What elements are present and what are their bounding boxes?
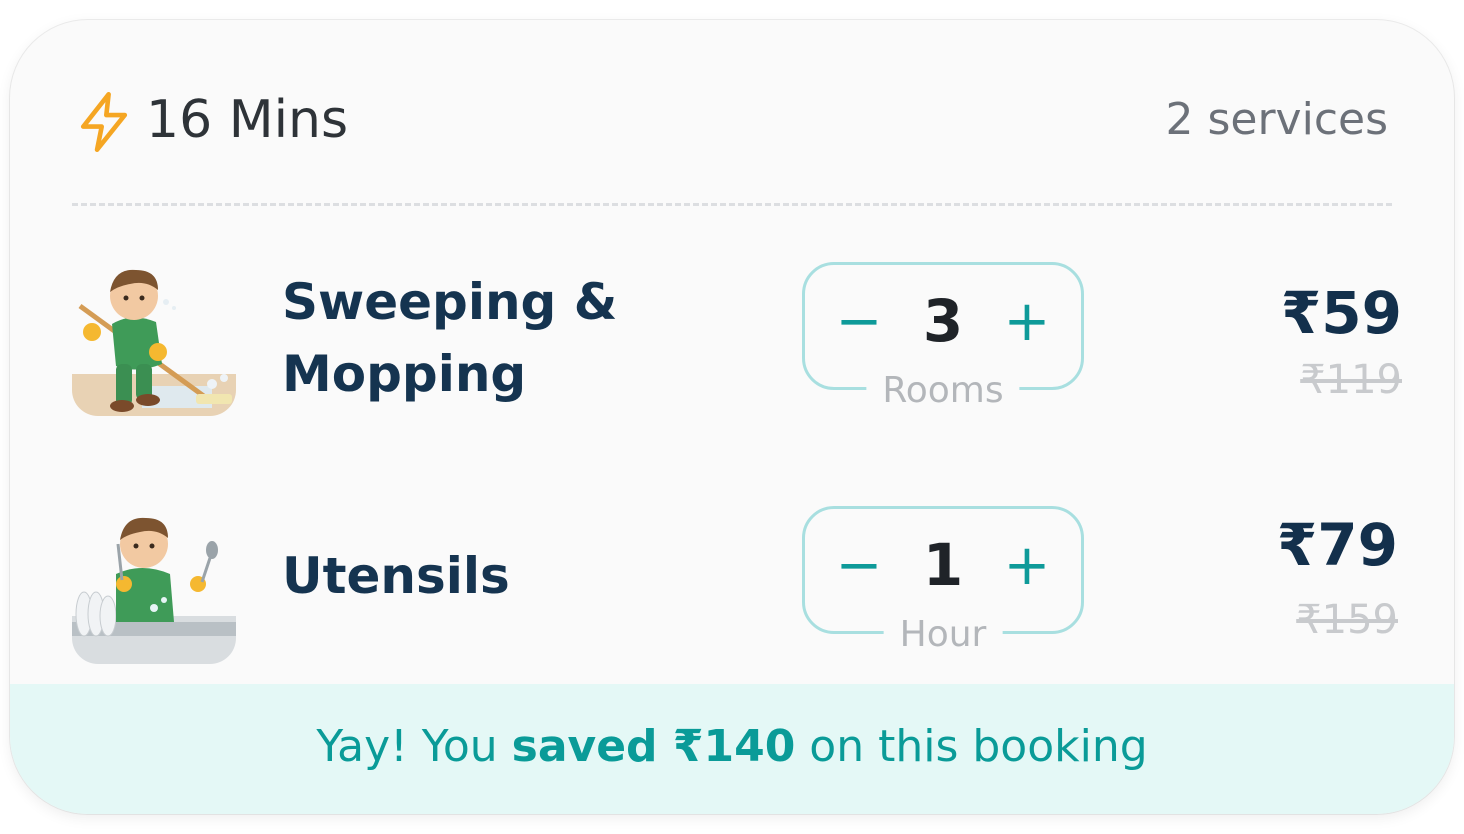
savings-banner: Yay! You saved ₹140 on this booking — [10, 684, 1454, 814]
service-name-line: Mopping — [282, 345, 527, 403]
increment-button[interactable]: + — [995, 287, 1059, 357]
delivery-eta: 16 Mins — [146, 90, 349, 150]
service-count: 2 services — [1165, 94, 1388, 145]
original-price: ₹159 — [1296, 597, 1398, 643]
discounted-price: ₹79 — [1276, 511, 1398, 579]
dashed-divider — [72, 203, 1392, 206]
quantity-unit: Hour — [883, 613, 1003, 657]
original-price: ₹119 — [1300, 357, 1402, 403]
increment-button[interactable]: + — [995, 531, 1059, 601]
savings-amount: saved ₹140 — [511, 721, 796, 772]
service-row-sweeping: Sweeping & Mopping − 3 + Rooms ₹59 ₹119 — [10, 252, 1454, 430]
service-row-utensils: Utensils − 1 + Hour ₹79 ₹159 — [10, 496, 1454, 676]
savings-suffix: on this booking — [795, 721, 1148, 772]
booking-summary-card: 16 Mins 2 services Sweeping & Mopping − … — [10, 20, 1454, 814]
savings-prefix: Yay! You — [316, 721, 512, 772]
cleaner-utensils-illustration — [72, 504, 236, 664]
service-name-line: Sweeping & — [282, 273, 618, 331]
discounted-price: ₹59 — [1280, 279, 1402, 347]
service-name: Sweeping & Mopping — [282, 266, 702, 410]
quantity-stepper: − 3 + Rooms — [802, 262, 1084, 413]
quantity-stepper: − 1 + Hour — [802, 506, 1084, 657]
card-header: 16 Mins 2 services — [10, 20, 1454, 200]
service-name: Utensils — [282, 547, 510, 605]
lightning-bolt-icon — [80, 92, 128, 152]
quantity-unit: Rooms — [866, 369, 1020, 413]
cleaner-mopping-illustration — [72, 256, 236, 416]
